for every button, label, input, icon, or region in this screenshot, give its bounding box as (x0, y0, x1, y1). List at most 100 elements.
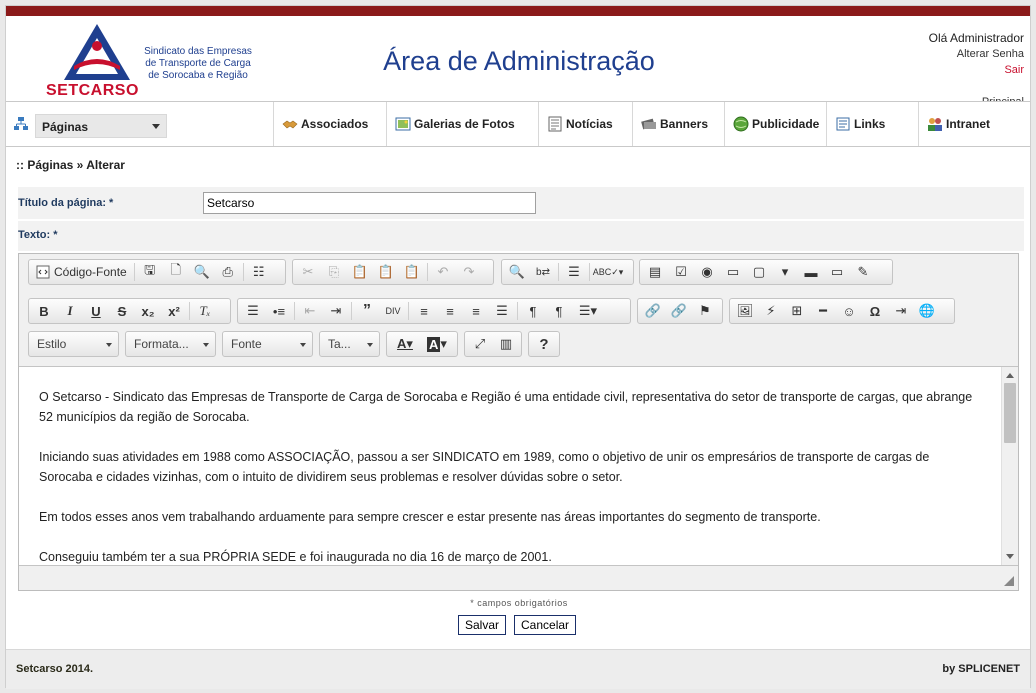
logout-link[interactable]: Sair (929, 62, 1024, 78)
toolbar-group-editing: 🔍 b⇄ ☰ ABC✓▾ (501, 259, 634, 285)
undo-button[interactable]: ↶ (430, 261, 456, 283)
maximize-button[interactable]: ⤢ (467, 333, 493, 355)
spellcheck-button[interactable]: ABC✓▾ (592, 261, 624, 283)
footer-credit[interactable]: by SPLICENET (942, 663, 1020, 675)
unlink-button[interactable]: 🔗 (666, 300, 692, 322)
menu-item-galerias[interactable]: Galerias de Fotos (386, 102, 538, 146)
title-input[interactable] (203, 192, 536, 214)
language-button[interactable]: ☰▾ (572, 300, 604, 322)
superscript-button[interactable]: x² (161, 300, 187, 322)
ltr-button[interactable]: ¶ (520, 300, 546, 322)
scroll-up-arrow-icon[interactable] (1006, 373, 1014, 378)
form-button[interactable]: ▤ (642, 261, 668, 283)
save-doc-button[interactable]: 🖫 (137, 261, 163, 283)
hidden-field-icon: ✎ (857, 264, 869, 279)
strike-button[interactable]: S (109, 300, 135, 322)
size-combo[interactable]: Ta... (319, 331, 380, 357)
replace-button[interactable]: b⇄ (530, 261, 556, 283)
menu-item-associados[interactable]: Associados (273, 102, 386, 146)
editor-paragraph: Conseguiu também ter a sua PRÓPRIA SEDE … (39, 550, 552, 564)
align-center-button[interactable]: ≡ (437, 300, 463, 322)
new-page-button[interactable]: 🗋 (163, 261, 189, 283)
menu-item-intranet[interactable]: Intranet (918, 102, 1030, 146)
div-container-button[interactable]: DIV (380, 300, 406, 322)
remove-format-button[interactable]: Tₓ (192, 300, 218, 322)
editor-content-area[interactable]: O Setcarso - Sindicato das Empresas de T… (19, 366, 1018, 566)
paste-button[interactable]: 📋 (347, 261, 373, 283)
numbered-list-button[interactable]: ☰ (240, 300, 266, 322)
cut-button[interactable]: ✂ (295, 261, 321, 283)
floppy-icon: 🖫 (144, 262, 156, 277)
align-left-button[interactable]: ≡ (411, 300, 437, 322)
button-field-icon: ▬ (804, 264, 818, 280)
horizontal-rule-button[interactable]: ━ (810, 300, 836, 322)
italic-button[interactable]: I (57, 300, 83, 322)
preview-button[interactable]: 🔍 (189, 261, 215, 283)
menu-item-publicidade[interactable]: Publicidade (724, 102, 826, 146)
paste-text-icon: 📋 (377, 264, 395, 279)
table-button[interactable]: ⊞ (784, 300, 810, 322)
blockquote-button[interactable]: ” (354, 300, 380, 322)
checkbox-button[interactable]: ☑ (668, 261, 694, 283)
menu-item-banners[interactable]: Banners (632, 102, 724, 146)
paste-word-button[interactable]: 📋 (399, 261, 425, 283)
smiley-button[interactable]: ☺ (836, 300, 862, 322)
copy-button[interactable]: ⎘ (321, 261, 347, 283)
redo-button[interactable]: ↷ (456, 261, 482, 283)
paste-icon: 📋 (351, 264, 369, 279)
paste-text-button[interactable]: 📋 (373, 261, 399, 283)
scroll-down-arrow-icon[interactable] (1006, 554, 1014, 559)
resize-handle-icon[interactable] (1004, 576, 1014, 586)
editor-scrollbar[interactable] (1001, 367, 1018, 565)
bold-button[interactable]: B (31, 300, 57, 322)
cut-icon: ✂ (302, 264, 314, 279)
flash-button[interactable]: ⚡ (758, 300, 784, 322)
menu-item-noticias[interactable]: Notícias (538, 102, 632, 146)
button-field-button[interactable]: ▬ (798, 261, 824, 283)
image-button-field-button[interactable]: ▭ (824, 261, 850, 283)
subscript-button[interactable]: x₂ (135, 300, 161, 322)
menu-item-links[interactable]: Links (826, 102, 918, 146)
special-char-button[interactable]: Ω (862, 300, 888, 322)
select-all-button[interactable]: ☰ (561, 261, 587, 283)
source-button[interactable]: Código-Fonte (31, 261, 132, 283)
font-combo[interactable]: Fonte (222, 331, 313, 357)
bg-color-button[interactable]: A ▾ (421, 333, 453, 355)
style-combo[interactable]: Estilo (28, 331, 119, 357)
align-justify-button[interactable]: ☰ (489, 300, 515, 322)
anchor-button[interactable]: ⚑ (692, 300, 718, 322)
scrollbar-thumb[interactable] (1004, 383, 1016, 443)
change-password-link[interactable]: Alterar Senha (929, 46, 1024, 62)
format-combo[interactable]: Formata... (125, 331, 216, 357)
underline-button[interactable]: U (83, 300, 109, 322)
select-field-button[interactable]: ▾ (772, 261, 798, 283)
find-button[interactable]: 🔍 (504, 261, 530, 283)
link-button[interactable]: 🔗 (640, 300, 666, 322)
templates-button[interactable]: ☷ (246, 261, 272, 283)
show-blocks-button[interactable]: ▥ (493, 333, 519, 355)
bulleted-list-button[interactable]: •≡ (266, 300, 292, 322)
menu-item-label: Notícias (566, 117, 613, 131)
radio-button[interactable]: ◉ (694, 261, 720, 283)
iframe-button[interactable]: 🌐 (914, 300, 940, 322)
align-right-button[interactable]: ≡ (463, 300, 489, 322)
indent-icon: ⇥ (330, 303, 342, 318)
page-break-button[interactable]: ⇥ (888, 300, 914, 322)
rtl-button[interactable]: ¶ (546, 300, 572, 322)
about-button[interactable]: ? (531, 333, 557, 355)
pages-select-value: Páginas (42, 120, 89, 134)
subscript-icon: x₂ (141, 303, 155, 319)
pages-select[interactable]: Páginas (35, 114, 167, 138)
hidden-field-button[interactable]: ✎ (850, 261, 876, 283)
image-button[interactable]: 🖼 (732, 300, 758, 322)
text-color-button[interactable]: A▾ (389, 333, 421, 355)
textarea-button[interactable]: ▢ (746, 261, 772, 283)
iframe-icon: 🌐 (918, 303, 936, 318)
cancel-button[interactable]: Cancelar (514, 615, 577, 635)
user-box: Olá Administrador Alterar Senha Sair (929, 30, 1024, 78)
save-button[interactable]: Salvar (458, 615, 507, 635)
print-button[interactable]: ⎙ (215, 261, 241, 283)
indent-button[interactable]: ⇥ (323, 300, 349, 322)
outdent-button[interactable]: ⇤ (297, 300, 323, 322)
textfield-button[interactable]: ▭ (720, 261, 746, 283)
